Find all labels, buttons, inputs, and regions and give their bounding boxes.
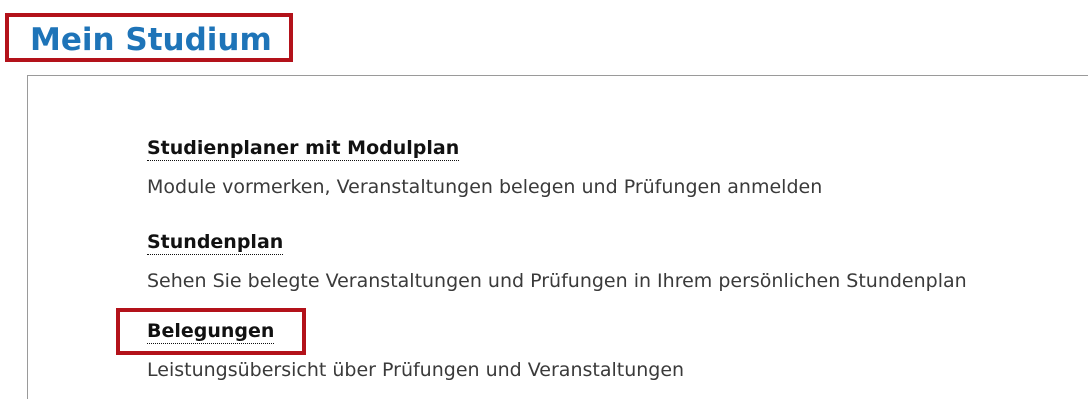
list-item-stundenplan: Stundenplan Sehen Sie belegte Veranstalt… bbox=[147, 230, 967, 293]
studienplaner-description: Module vormerken, Veranstaltungen belege… bbox=[147, 176, 823, 198]
belegungen-description: Leistungsübersicht über Prüfungen und Ve… bbox=[147, 359, 685, 381]
stundenplan-link[interactable]: Stundenplan bbox=[147, 230, 284, 255]
page: Mein Studium Studienplaner mit Modulplan… bbox=[0, 0, 1088, 399]
belegungen-highlight-box bbox=[116, 308, 306, 355]
studienplaner-link[interactable]: Studienplaner mit Modulplan bbox=[147, 136, 460, 161]
title-highlight-box bbox=[5, 13, 293, 62]
stundenplan-description: Sehen Sie belegte Veranstaltungen und Pr… bbox=[147, 270, 967, 292]
list-item-studienplaner: Studienplaner mit Modulplan Module vorme… bbox=[147, 136, 822, 199]
